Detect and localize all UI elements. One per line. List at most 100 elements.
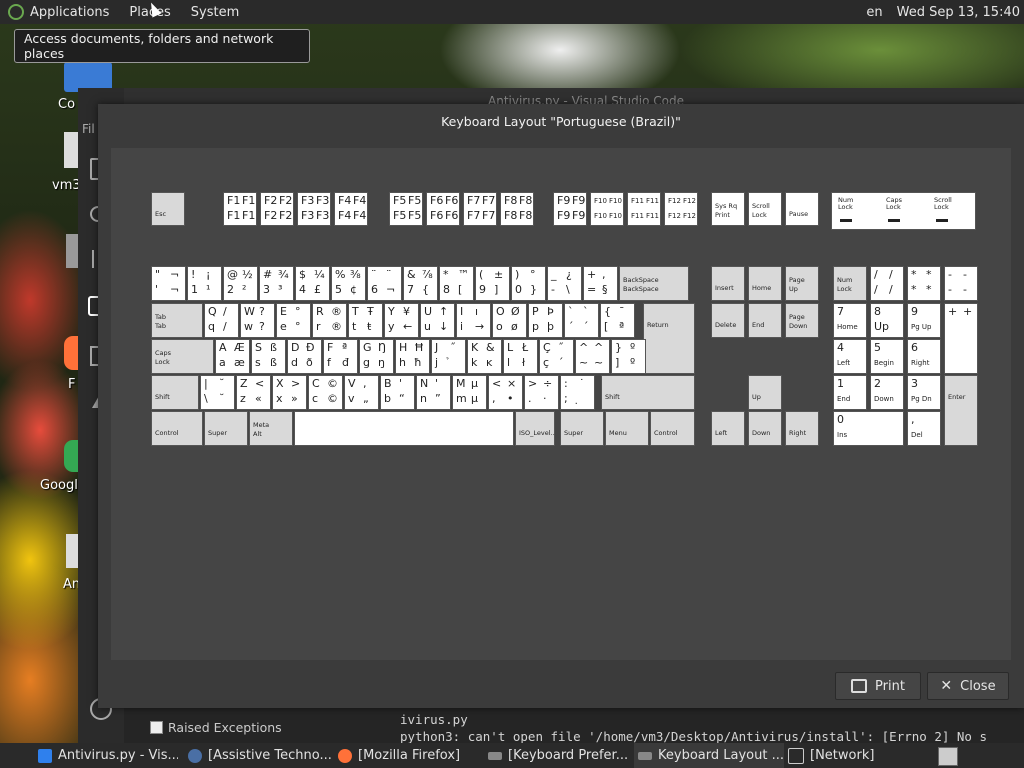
workspace-switcher[interactable] [938, 747, 958, 766]
key-shift-left[interactable]: Shift [151, 375, 199, 410]
keyboard-key[interactable]: HĦhħ [395, 339, 430, 374]
key-arrow-down[interactable]: Down [748, 411, 782, 446]
keyboard-key[interactable]: ^ ^ ~ ~ [575, 339, 610, 374]
print-button[interactable]: Print [835, 672, 921, 700]
keyboard-key[interactable]: (±9] [475, 266, 510, 301]
taskbar-item-keyboard-layout[interactable]: Keyboard Layout ... [634, 743, 784, 768]
keyboard-key[interactable]: @ ½ 2 ² [223, 266, 258, 301]
key-arrow-up[interactable]: Up [748, 375, 782, 410]
key-function[interactable]: F10 F10 F10 F10 [590, 192, 624, 226]
key-modifier[interactable]: Meta Alt [249, 411, 293, 446]
keyboard-key[interactable]: GŊgŋ [359, 339, 394, 374]
keyboard-key[interactable]: _ ¿ - \ [547, 266, 582, 301]
key-function[interactable]: F11 F11 F11 F11 [627, 192, 661, 226]
keyboard-key[interactable]: * ™ 8 [ [439, 266, 474, 301]
keyboard-key[interactable]: 3 Pg Dn [907, 375, 941, 410]
key-nav[interactable]: End [748, 303, 782, 338]
keyboard-key[interactable]: $ ¼ 4 £ [295, 266, 330, 301]
desktop-label-computer[interactable]: Co [58, 97, 75, 112]
keyboard-key[interactable]: C © c © [308, 375, 343, 410]
keyboard-key[interactable]: LŁlł [503, 339, 538, 374]
clock[interactable]: Wed Sep 13, 15:40 [897, 5, 1020, 20]
keyboard-key[interactable]: 6 Right [907, 339, 941, 374]
keyboard-key[interactable]: B ' b “ [380, 375, 415, 410]
keyboard-key[interactable]: TŦtŧ [348, 303, 383, 338]
raised-exceptions-checkbox[interactable] [150, 721, 163, 734]
desktop-label-firefox[interactable]: F [68, 377, 75, 392]
keyboard-key[interactable]: K & k ĸ [467, 339, 502, 374]
key-function-special[interactable]: Scroll Lock [748, 192, 782, 226]
key-function[interactable]: F12 F12 F12 F12 [664, 192, 698, 226]
key-space[interactable] [294, 411, 514, 446]
key-modifier[interactable]: ISO_Level... [515, 411, 555, 446]
keyboard-key[interactable]: Y ¥ y ← [384, 303, 419, 338]
key-modifier[interactable]: Super [204, 411, 248, 446]
key-function[interactable]: F3 F3 F3 F3 [297, 192, 331, 226]
distro-logo-icon[interactable] [8, 4, 24, 20]
keyboard-key[interactable]: 9 Pg Up [907, 303, 941, 338]
keyboard-key[interactable]: E ° e ° [276, 303, 311, 338]
desktop-label-vm3[interactable]: vm3 [52, 178, 81, 193]
keyboard-key[interactable]: ) ° 0} [511, 266, 546, 301]
keyboard-key[interactable]: Z < z « [236, 375, 271, 410]
trash-icon[interactable] [66, 234, 78, 268]
menu-system[interactable]: System [191, 5, 239, 20]
keyboard-key[interactable]: " ¬ ' ¬ [151, 266, 186, 301]
keyboard-key[interactable]: Q / q / [204, 303, 239, 338]
key-function[interactable]: F1 F1 F1 F1 [223, 192, 257, 226]
key-arrow-right[interactable]: Right [785, 411, 819, 446]
keyboard-key[interactable]: {¯ [ª [600, 303, 635, 338]
key-numpad-plus[interactable]: + + [944, 303, 978, 374]
keyboard-key[interactable]: * * * * [907, 266, 941, 301]
desktop-label-google[interactable]: Googl [40, 478, 78, 493]
key-function[interactable]: F6 F6 F6 F6 [426, 192, 460, 226]
keyboard-key[interactable]: 5 Begin [870, 339, 904, 374]
key-tab[interactable]: Tab Tab [151, 303, 203, 338]
keyboard-key[interactable]: # ¾ 3 ³ [259, 266, 294, 301]
key-numpad-0[interactable]: 0 Ins [833, 411, 904, 446]
key-function[interactable]: F8 F8 F8 F8 [500, 192, 534, 226]
keyboard-key[interactable]: , Del [907, 411, 941, 446]
keyboard-key[interactable]: ! ¡ 1 ¹ [187, 266, 222, 301]
keyboard-key[interactable]: Sßsß [251, 339, 286, 374]
keyboard-key[interactable]: R ® r ® [312, 303, 347, 338]
key-modifier[interactable]: Menu [605, 411, 649, 446]
keyboard-key[interactable]: ---- [944, 266, 978, 301]
keyboard-key[interactable]: 7 Home [833, 303, 867, 338]
vscode-menu-file[interactable]: Fil [82, 122, 95, 136]
keyboard-key[interactable]: Ç ˝ ç ´ [539, 339, 574, 374]
keyboard-key[interactable]: | ˘ \ ˘ [200, 375, 235, 410]
close-button[interactable]: ✕ Close [927, 672, 1009, 700]
keyboard-key[interactable]: / / / / [870, 266, 904, 301]
keyboard-key[interactable]: < ×, • [488, 375, 523, 410]
keyboard-key[interactable]: W? w? [240, 303, 275, 338]
keyboard-key[interactable]: & ⅞ 7 { [403, 266, 438, 301]
keyboard-key[interactable]: 4 Left [833, 339, 867, 374]
key-function[interactable]: F2 F2 F2 F2 [260, 192, 294, 226]
taskbar-item-network[interactable]: [Network] [788, 743, 928, 768]
keyboard-key[interactable]: Fªfđ [323, 339, 358, 374]
keyboard-key[interactable]: } º] º [611, 339, 646, 374]
key-function-special[interactable]: Sys Rq Print [711, 192, 745, 226]
taskbar-item-firefox[interactable]: [Mozilla Firefox] [338, 743, 478, 768]
menu-applications[interactable]: Applications [30, 5, 109, 20]
keyboard-key[interactable]: 2 Down [870, 375, 904, 410]
key-esc[interactable]: Esc [151, 192, 185, 226]
keyboard-key[interactable]: AÆaæ [215, 339, 250, 374]
key-nav[interactable]: Page Down [785, 303, 819, 338]
file-icon[interactable] [66, 534, 78, 568]
keyboard-key[interactable]: DĐdð [287, 339, 322, 374]
taskbar-item-assistive[interactable]: [Assistive Techno... [188, 743, 333, 768]
keyboard-key[interactable]: PÞpþ [528, 303, 563, 338]
key-arrow-left[interactable]: Left [711, 411, 745, 446]
keyboard-key[interactable]: :˙;̣ [560, 375, 595, 410]
keyboard-language-indicator[interactable]: en [866, 5, 882, 20]
keyboard-key[interactable]: 8 Up [870, 303, 904, 338]
keyboard-key[interactable]: U ↑ u ↓ [420, 303, 455, 338]
key-backspace[interactable]: BackSpace BackSpace [619, 266, 689, 301]
raised-exceptions-option[interactable]: Raised Exceptions [150, 720, 282, 735]
key-numlock[interactable]: Num Lock [833, 266, 867, 301]
keyboard-key[interactable]: V, v „ [344, 375, 379, 410]
key-function[interactable]: F7 F7 F7 F7 [463, 192, 497, 226]
key-modifier[interactable]: Control [151, 411, 203, 446]
